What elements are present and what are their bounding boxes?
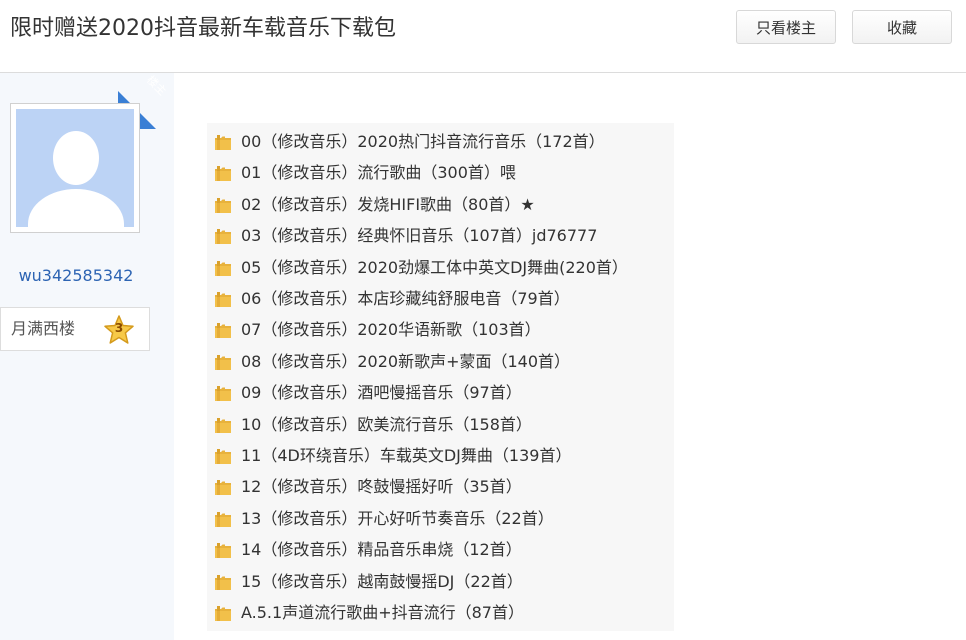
folder-item[interactable]: 12（修改音乐）咚鼓慢摇好听（35首） <box>207 472 674 503</box>
folder-label: 06（修改音乐）本店珍藏纯舒服电音（79首） <box>241 289 570 308</box>
owner-badge: 楼主 <box>143 73 169 99</box>
folder-item[interactable]: 01（修改音乐）流行歌曲（300首）喂 <box>207 158 674 189</box>
folder-label: 00（修改音乐）2020热门抖音流行音乐（172首） <box>241 132 605 151</box>
thread-header: 限时赠送2020抖音最新车载音乐下载包 只看楼主 收藏 <box>0 0 966 73</box>
folder-item[interactable]: A.5.1声道流行歌曲+抖音流行（87首） <box>207 598 674 629</box>
folder-label: 13（修改音乐）开心好听节奏音乐（22首） <box>241 508 554 528</box>
folder-label: 14（修改音乐）精品音乐串烧（12首） <box>241 540 522 560</box>
folder-item[interactable]: 13（修改音乐）开心好听节奏音乐（22首） <box>207 504 674 535</box>
folder-label: 01（修改音乐）流行歌曲（300首）喂 <box>241 163 516 183</box>
folder-item[interactable]: 07（修改音乐）2020华语新歌（103首） <box>207 315 674 346</box>
folder-icon <box>215 574 231 590</box>
folder-label: 09（修改音乐）酒吧慢摇音乐（97首） <box>241 383 522 403</box>
folder-item[interactable]: 09（修改音乐）酒吧慢摇音乐（97首） <box>207 378 674 409</box>
folder-item[interactable]: 05（修改音乐）2020劲爆工体中英文DJ舞曲(220首） <box>207 253 674 284</box>
level-name: 月满西楼 <box>11 319 76 338</box>
folder-label: 08（修改音乐）2020新歌声+蒙面（140首） <box>241 351 571 371</box>
folder-icon <box>215 543 231 559</box>
folder-icon <box>215 292 231 307</box>
folder-icon <box>215 197 231 213</box>
folder-item[interactable]: 08（修改音乐）2020新歌声+蒙面（140首） <box>207 347 674 378</box>
thread-title: 限时赠送2020抖音最新车载音乐下载包 <box>10 16 396 41</box>
folder-icon <box>215 511 231 527</box>
folder-item[interactable]: 06（修改音乐）本店珍藏纯舒服电音（79首） <box>207 284 674 315</box>
folder-label: 03（修改音乐）经典怀旧音乐（107首）jd76777 <box>241 226 598 246</box>
level-number: 3 <box>114 321 124 335</box>
folder-label: 07（修改音乐）2020华语新歌（103首） <box>241 320 541 340</box>
author-username[interactable]: wu342585342 <box>0 266 152 285</box>
folder-label: 05（修改音乐）2020劲爆工体中英文DJ舞曲(220首） <box>241 257 628 277</box>
folder-label: 11（4D环绕音乐）车载英文DJ舞曲（139首） <box>241 446 572 465</box>
author-level[interactable]: 月满西楼 3 <box>0 307 150 351</box>
avatar[interactable] <box>10 103 140 233</box>
collect-button[interactable]: 收藏 <box>852 10 952 44</box>
folder-icon <box>215 260 231 276</box>
folder-item[interactable]: 15（修改音乐）越南鼓慢摇DJ（22首） <box>207 567 674 598</box>
folder-icon <box>215 386 231 402</box>
folder-label: 10（修改音乐）欧美流行音乐（158首） <box>241 414 532 434</box>
folder-item[interactable]: 00（修改音乐）2020热门抖音流行音乐（172首） <box>207 127 674 158</box>
folder-label: A.5.1声道流行歌曲+抖音流行（87首） <box>241 603 524 622</box>
folder-label: 02（修改音乐）发烧HIFI歌曲（80首）★ <box>241 194 535 214</box>
folder-icon <box>215 606 231 621</box>
thread-page: 限时赠送2020抖音最新车载音乐下载包 只看楼主 收藏 楼主 wu3425853… <box>0 0 966 640</box>
folder-item[interactable]: 11（4D环绕音乐）车载英文DJ舞曲（139首） <box>207 441 674 472</box>
folder-icon <box>215 229 231 245</box>
folder-icon <box>215 417 231 433</box>
folder-label: 12（修改音乐）咚鼓慢摇好听（35首） <box>241 477 522 497</box>
folder-item[interactable]: 10（修改音乐）欧美流行音乐（158首） <box>207 410 674 441</box>
folder-item[interactable]: 14（修改音乐）精品音乐串烧（12首） <box>207 535 674 566</box>
only-owner-button[interactable]: 只看楼主 <box>736 10 836 44</box>
folder-icon <box>215 135 231 150</box>
folder-icon <box>215 449 231 464</box>
default-avatar-icon <box>16 109 134 227</box>
folder-item[interactable]: 03（修改音乐）经典怀旧音乐（107首）jd76777 <box>207 221 674 252</box>
folder-list: 00（修改音乐）2020热门抖音流行音乐（172首） 01（修改音乐）流行歌曲（3… <box>207 123 674 631</box>
folder-icon <box>215 354 231 370</box>
folder-item[interactable]: 02（修改音乐）发烧HIFI歌曲（80首）★ <box>207 190 674 221</box>
folder-icon <box>215 323 231 339</box>
folder-label: 15（修改音乐）越南鼓慢摇DJ（22首） <box>241 571 523 591</box>
folder-icon <box>215 480 231 496</box>
folder-icon <box>215 166 231 182</box>
